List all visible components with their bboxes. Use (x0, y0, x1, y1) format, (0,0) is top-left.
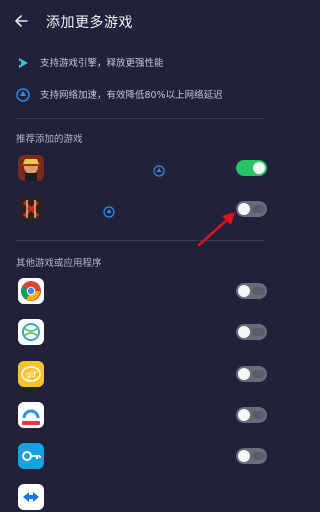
remote-app-icon (18, 484, 44, 510)
network-accelerate-badge-icon (103, 203, 115, 218)
toggle-knob (238, 326, 250, 338)
app-row[interactable] (0, 484, 280, 512)
game-toggle-off[interactable] (236, 201, 267, 217)
gif-icon-text: gif (26, 370, 36, 379)
feature-text: 支持网络加速，有效降低80%以上网络延迟 (40, 90, 223, 101)
key-app-icon (18, 443, 44, 469)
app-row[interactable] (0, 319, 280, 347)
toggle-knob (238, 409, 250, 421)
game-toggle-on[interactable] (236, 160, 267, 176)
network-accelerate-icon (16, 87, 30, 102)
app-row[interactable] (0, 402, 280, 430)
divider (16, 118, 264, 119)
chrome-icon (18, 278, 44, 304)
onepiece-game-icon (18, 155, 44, 181)
toggle-knob (238, 285, 250, 297)
feature-text: 支持游戏引擎，释放更强性能 (40, 58, 164, 69)
toggle-knob (238, 368, 250, 380)
section-title-recommended: 推荐添加的游戏 (16, 134, 83, 145)
feature-line-network: 支持网络加速，有效降低80%以上网络延迟 (16, 84, 223, 104)
wuxia-game-icon (18, 196, 44, 222)
app-toggle-off[interactable] (236, 324, 267, 340)
app-toggle-off[interactable] (236, 448, 267, 464)
back-arrow-icon[interactable] (12, 10, 34, 32)
app-row[interactable] (0, 155, 280, 183)
header: 添加更多游戏 (0, 0, 280, 44)
cloud-app-icon (18, 402, 44, 428)
page-title: 添加更多游戏 (46, 15, 133, 31)
app-toggle-off[interactable] (236, 366, 267, 382)
section-title-others: 其他游戏或应用程序 (16, 258, 102, 269)
toggle-knob (238, 450, 250, 462)
app-row[interactable]: gif (0, 361, 280, 389)
feature-line-engine: 支持游戏引擎，释放更强性能 (16, 52, 164, 72)
network-accelerate-badge-icon (153, 162, 165, 177)
toggle-knob (253, 162, 265, 174)
game-engine-icon (16, 55, 30, 69)
annotation-arrow (197, 212, 235, 247)
browser-icon (18, 319, 44, 345)
app-row[interactable] (0, 278, 280, 306)
gif-icon: gif (18, 361, 44, 387)
app-toggle-off[interactable] (236, 407, 267, 423)
app-toggle-off[interactable] (236, 283, 267, 299)
app-row[interactable] (0, 443, 280, 471)
